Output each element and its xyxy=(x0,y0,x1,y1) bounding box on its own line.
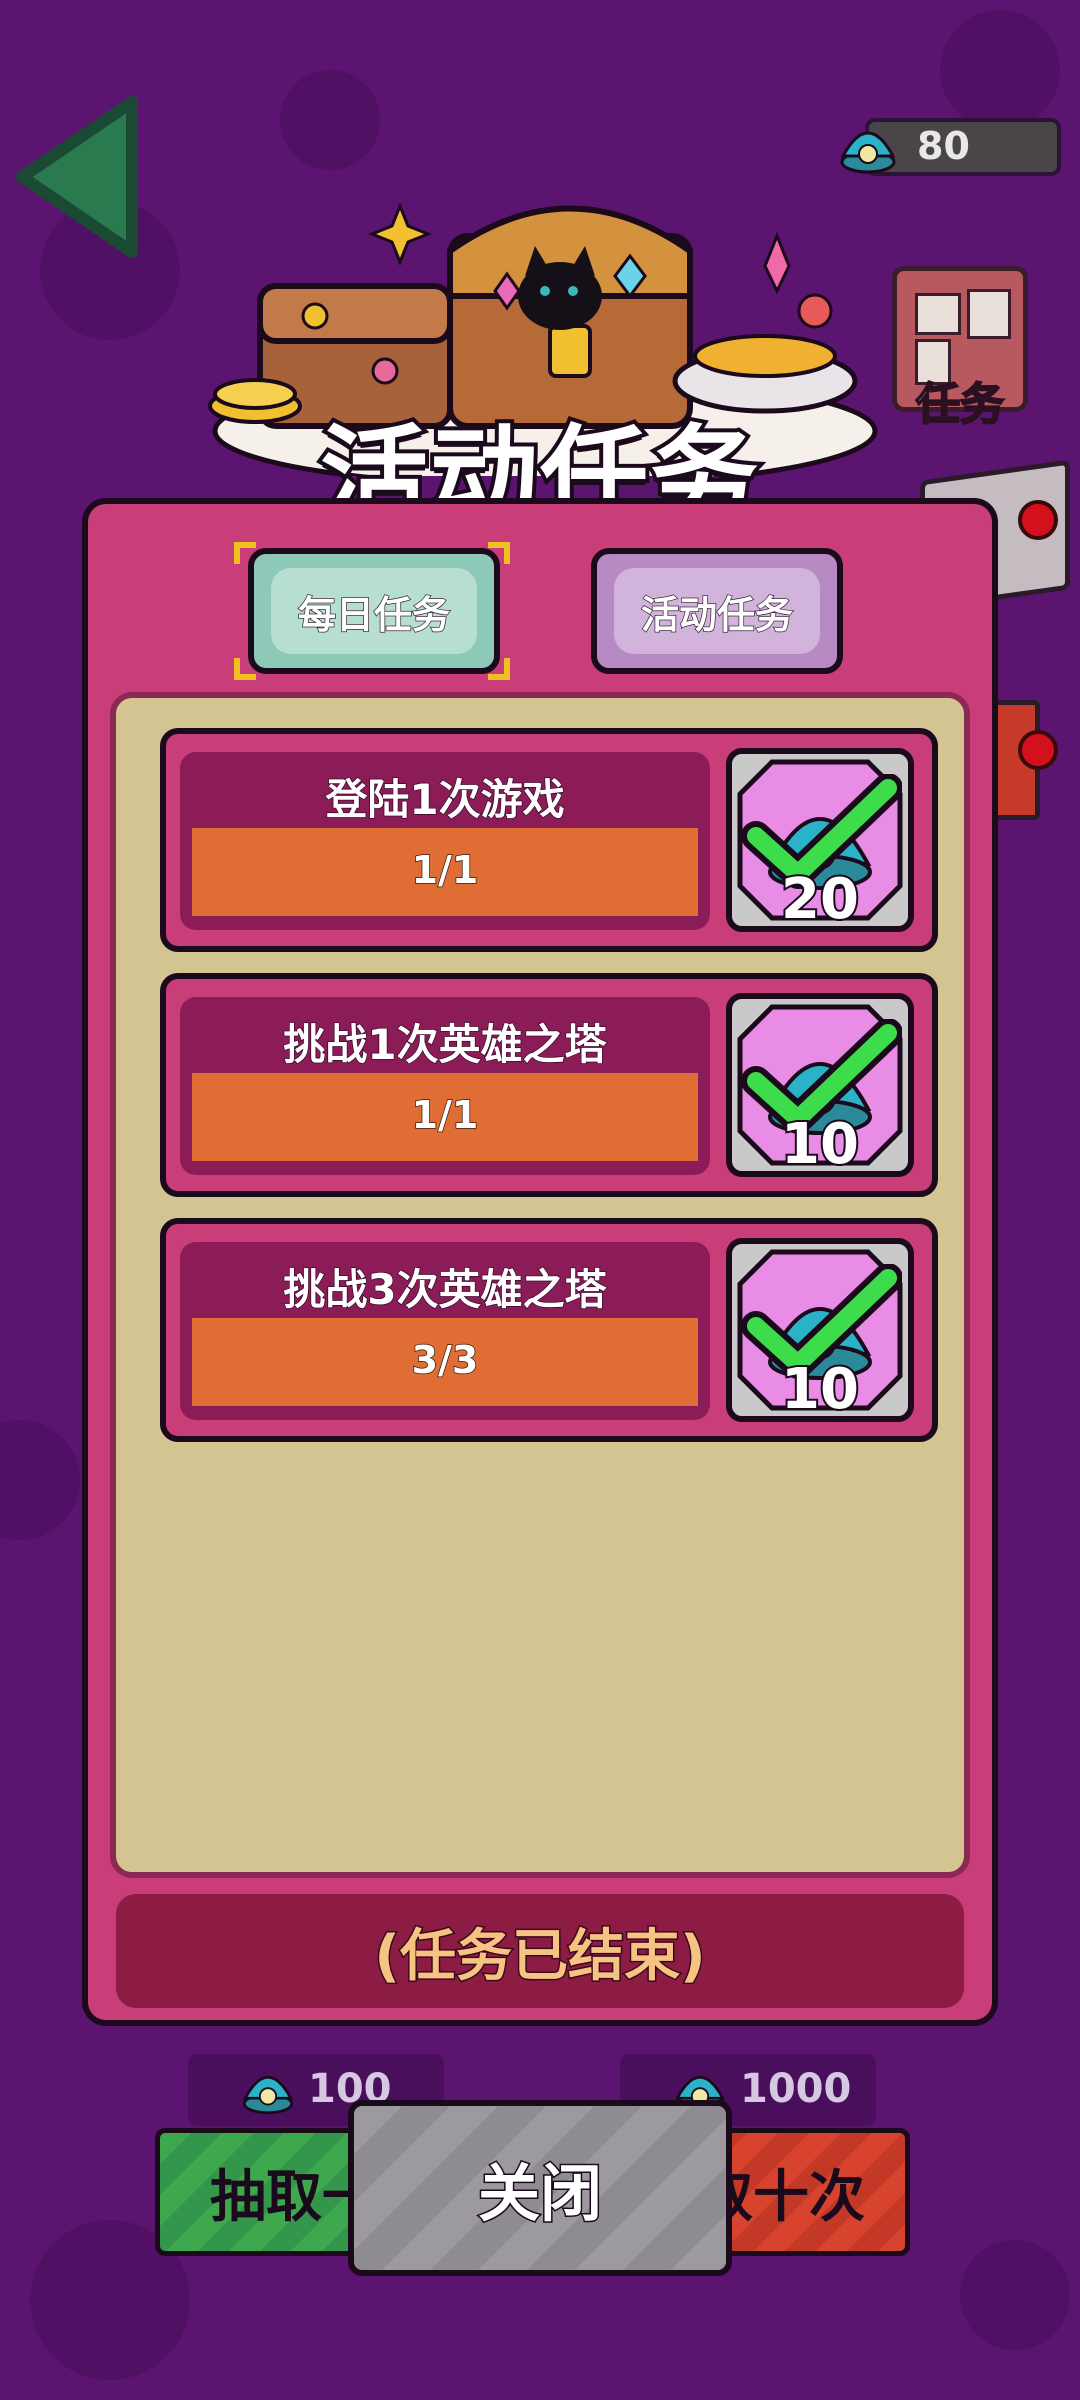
task-progress-bar: 1/1 xyxy=(192,1073,698,1161)
task-row: 登陆1次游戏 1/1 20 xyxy=(160,728,938,952)
task-reward-amount: 20 xyxy=(779,865,861,932)
selection-corner xyxy=(234,542,256,564)
close-label: 关闭 xyxy=(476,2156,603,2232)
currency-value: 80 xyxy=(917,124,970,168)
task-title: 挑战1次英雄之塔 xyxy=(283,1019,608,1070)
task-row: 挑战3次英雄之塔 3/3 10 xyxy=(160,1218,938,1442)
task-reward-button[interactable]: 20 xyxy=(726,748,914,932)
task-progress-text: 1/1 xyxy=(411,847,479,893)
task-progress-text: 1/1 xyxy=(411,1092,479,1138)
task-reward-button[interactable]: 10 xyxy=(726,1238,914,1422)
task-info: 登陆1次游戏 1/1 xyxy=(180,752,710,930)
status-ended-text: (任务已结束) xyxy=(116,1894,964,2008)
close-button[interactable]: 关闭 xyxy=(348,2100,732,2276)
draw-ten-cost-value: 1000 xyxy=(740,2066,852,2112)
tab-event-tasks[interactable]: 活动任务 xyxy=(591,548,843,674)
notification-dot xyxy=(1018,730,1058,770)
back-button[interactable] xyxy=(12,92,147,262)
selection-corner xyxy=(488,542,510,564)
task-reward-button[interactable]: 10 xyxy=(726,993,914,1177)
shell-icon xyxy=(242,2076,294,2115)
back-arrow-icon xyxy=(16,96,138,258)
task-reward-amount: 10 xyxy=(779,1110,861,1177)
task-info: 挑战3次英雄之塔 3/3 xyxy=(180,1242,710,1420)
task-title: 挑战3次英雄之塔 xyxy=(283,1264,608,1315)
selection-corner xyxy=(234,658,256,680)
task-progress-bar: 1/1 xyxy=(192,828,698,916)
bg-decoration xyxy=(960,2240,1070,2350)
task-panel: 每日任务 活动任务 登陆1次游戏 1/1 20 挑战1次英雄之塔 1/1 10 … xyxy=(82,498,998,2026)
bg-decoration xyxy=(940,10,1060,130)
tab-event-tasks-label: 活动任务 xyxy=(614,568,820,654)
bg-decoration xyxy=(280,70,380,170)
currency-display: 80 xyxy=(835,114,1065,180)
bg-decoration xyxy=(0,1420,80,1540)
task-info: 挑战1次英雄之塔 1/1 xyxy=(180,997,710,1175)
selection-corner xyxy=(488,658,510,680)
task-reward-amount: 10 xyxy=(779,1355,861,1422)
task-progress-bar: 3/3 xyxy=(192,1318,698,1406)
task-progress-text: 3/3 xyxy=(411,1337,479,1383)
tab-daily-tasks[interactable]: 每日任务 xyxy=(248,548,500,674)
tab-daily-tasks-label: 每日任务 xyxy=(271,568,477,654)
shell-icon xyxy=(840,131,896,174)
task-list: 登陆1次游戏 1/1 20 挑战1次英雄之塔 1/1 10 挑战3次英雄之塔 3… xyxy=(110,692,970,1878)
task-title: 登陆1次游戏 xyxy=(325,774,566,825)
task-row: 挑战1次英雄之塔 1/1 10 xyxy=(160,973,938,1197)
